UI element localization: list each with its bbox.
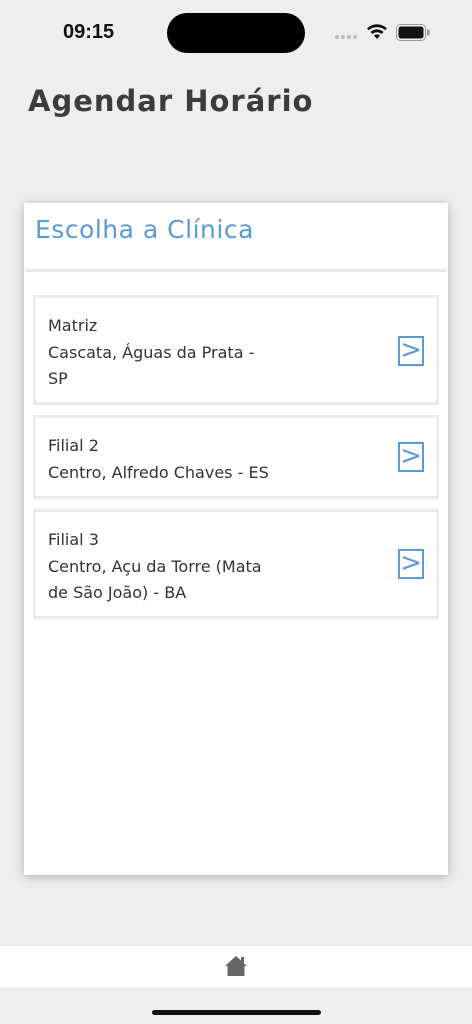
clinic-name: Matriz [48,316,98,335]
clinic-address: Centro, Alfredo Chaves - ES [48,462,269,482]
clinic-name: Filial 3 [48,530,99,549]
clinic-item-filial-3[interactable]: Filial 3 Centro, Açu da Torre (Mata de S… [33,509,439,619]
home-icon[interactable] [224,955,248,977]
clinic-address: Cascata, Águas da Prata - [48,342,255,362]
clinic-info: Filial 3 Centro, Açu da Torre (Mata de S… [48,527,278,607]
card-title: Escolha a Clínica [35,215,254,244]
signal-icon [335,35,357,39]
status-bar: 09:15 [0,0,472,64]
clinic-name: Filial 2 [48,436,99,455]
chevron-right-icon: > [400,548,422,578]
home-indicator[interactable] [152,1010,321,1015]
select-clinic-button[interactable]: > [398,442,424,472]
battery-icon [396,24,430,41]
wifi-icon [367,24,387,39]
select-clinic-button[interactable]: > [398,549,424,579]
divider [26,269,446,272]
status-time: 09:15 [63,21,115,43]
chevron-right-icon: > [400,441,422,471]
tab-bar [0,945,472,987]
clinic-info: Matriz Cascata, Águas da Prata - SP [48,313,278,393]
page-title: Agendar Horário [28,84,314,118]
clinic-item-filial-2[interactable]: Filial 2 Centro, Alfredo Chaves - ES > [33,415,439,499]
clinic-item-matriz[interactable]: Matriz Cascata, Águas da Prata - SP > [33,295,439,405]
clinic-address: de São João) - BA [48,583,187,602]
clinic-info: Filial 2 Centro, Alfredo Chaves - ES [48,433,278,486]
clinic-selection-card: Escolha a Clínica Matriz Cascata, Águas … [24,203,448,875]
chevron-right-icon: > [400,335,422,365]
clinic-address: SP [48,369,68,388]
dynamic-island [167,13,305,53]
clinic-address: Centro, Açu da Torre (Mata [48,556,262,576]
select-clinic-button[interactable]: > [398,336,424,366]
